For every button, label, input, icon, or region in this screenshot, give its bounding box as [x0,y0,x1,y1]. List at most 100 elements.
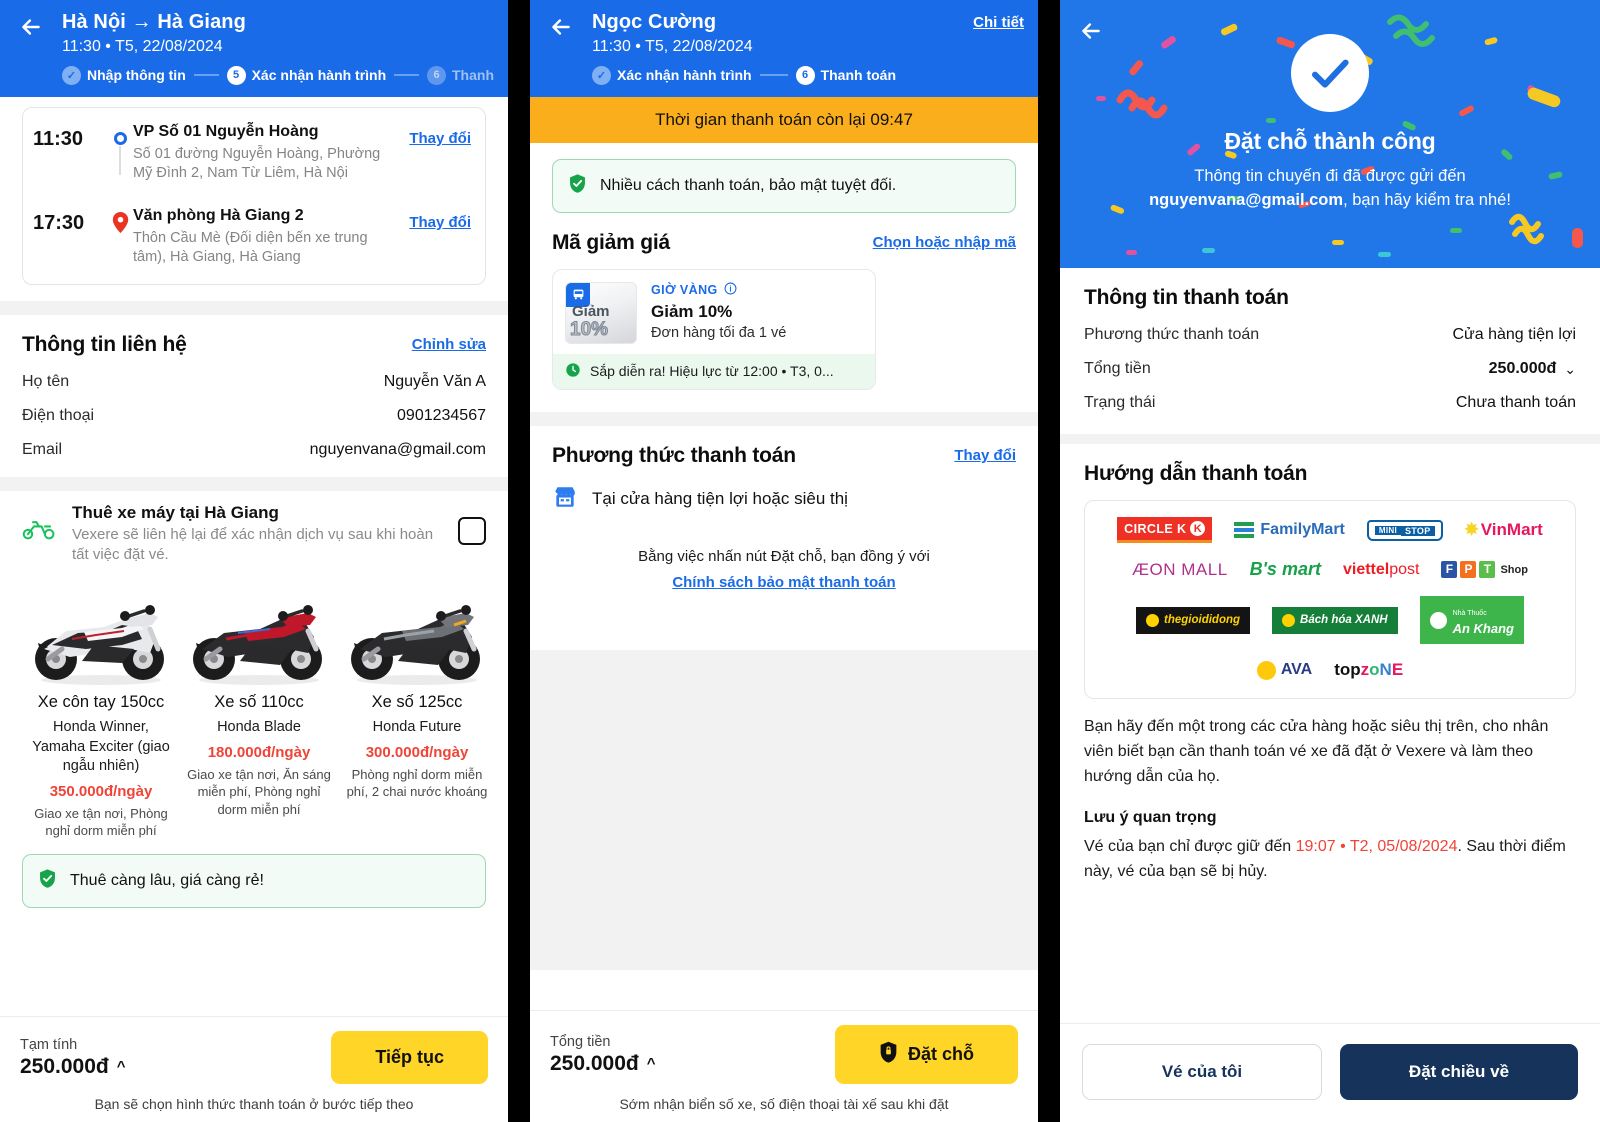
rental-checkbox[interactable] [458,516,486,545]
step-label: Xác nhận hành trình [251,67,387,84]
bike-model: Honda Blade [217,719,301,736]
bike-option[interactable]: Xe số 125cc Honda Future 300.000đ/ngày P… [338,579,496,840]
three-panel-screenshot: Hà Nội → Hà Giang 11:30 • T5, 22/08/2024… [0,0,1600,1122]
success-email: nguyenvana@gmail.com [1149,190,1344,209]
total-label: Tổng tiền [550,1033,611,1050]
note-pre: Vé của bạn chỉ được giữ đến [1084,838,1296,856]
step-label: Thanh [452,67,494,84]
edit-contact-link[interactable]: Chỉnh sửa [412,336,486,353]
subtotal-amount[interactable]: 250.000đ ^ [20,1055,126,1079]
agreement-block: Bằng việc nhấn nút Đặt chỗ, bạn đồng ý v… [552,545,1016,595]
tgdd-label: thegioididong [1164,614,1241,626]
voucher-thumb-line1: Giảm [572,302,610,320]
step-label: Thanh toán [820,67,897,84]
payment-countdown-banner: Thời gian thanh toán còn lại 09:47 [530,96,1038,143]
payment-info-title: Thông tin thanh toán [1084,286,1289,309]
back-icon[interactable] [1078,18,1104,49]
privacy-policy-link[interactable]: Chính sách bảo mật thanh toán [552,571,1016,595]
topzone-logo: top z o N E [1334,660,1404,679]
thegioididong-logo: thegioididong [1136,606,1251,634]
bsmart-logo: B's mart [1249,559,1321,579]
success-line1: Thông tin chuyến đi đã được gửi đến [1194,167,1466,185]
voucher-card[interactable]: Giảm 10% GIỜ VÀNG Giảm 10% Đơn hàng tối … [552,268,876,390]
step-badge-current: 5 [226,65,246,85]
change-destination-link[interactable]: Thay đổi [409,206,471,231]
shield-check-icon [567,173,588,199]
trip-leg-destination: 17:30 Văn phòng Hà Giang 2 Thôn Cầu Mè (… [33,206,471,268]
chevron-down-icon: ⌄ [1564,360,1576,377]
step-item-2[interactable]: 6 Thanh toán [795,65,897,85]
familymart-label: FamilyMart [1260,521,1345,538]
bike-image-150cc [26,579,176,687]
bhx-label: Bách hóa XANH [1300,614,1388,626]
total-value: 250.000đ [1488,360,1557,377]
subtotal-label: Tạm tính [20,1036,78,1053]
book-return-button[interactable]: Đặt chiều về [1340,1044,1578,1100]
step-item-1[interactable]: ✓ Nhập thông tin [62,65,186,85]
ankhang-dot-icon [1429,611,1447,629]
bike-option[interactable]: Xe số 110cc Honda Blade 180.000đ/ngày Gi… [180,579,338,840]
ava-dot-icon [1256,660,1276,680]
secure-note-text: Nhiều cách thanh toán, bảo mật tuyệt đối… [600,176,897,194]
store-logo-row: AVA top z o N E [1095,660,1565,680]
total-value: 250.000đ [550,1051,639,1075]
step-item-3[interactable]: 6 Thanh [427,65,494,85]
change-payment-link[interactable]: Thay đổi [954,447,1016,464]
row-label: Trạng thái [1084,394,1156,411]
success-line2: , bạn hãy kiểm tra nhé! [1343,190,1511,209]
fpt-shop-label: Shop [1500,563,1528,576]
secure-note-wrap: Nhiều cách thanh toán, bảo mật tuyệt đối… [530,143,1038,213]
leg-rail [107,206,133,238]
payment-info-row-total[interactable]: Tổng tiền 250.000đ ⌄ [1084,360,1576,378]
subtotal-block[interactable]: Tạm tính 250.000đ ^ [20,1037,126,1079]
check-circle-icon [1291,34,1369,112]
subtotal-value: 250.000đ [20,1054,109,1078]
detail-link[interactable]: Chi tiết [973,10,1024,31]
clock-icon [565,362,581,381]
voucher-status-text: Sắp diễn ra! Hiệu lực từ 12:00 • T3, 0..… [590,363,834,380]
back-icon[interactable] [544,10,578,44]
continue-button[interactable]: Tiếp tục [331,1031,488,1084]
chevron-up-icon: ^ [646,1055,656,1072]
leg-time: 17:30 [33,211,85,234]
choose-voucher-link[interactable]: Chọn hoặc nhập mã [873,234,1016,251]
fptshop-logo: FPT Shop [1441,561,1528,578]
bike-image-125cc [342,579,492,687]
row-label: Họ tên [22,372,70,390]
row-value-total[interactable]: 250.000đ ⌄ [1489,360,1576,378]
contact-row-phone: Điện thoại 0901234567 [22,407,486,425]
change-origin-link[interactable]: Thay đổi [409,122,471,147]
origin-dot-icon [113,131,127,145]
tgdd-dot-icon [1146,613,1160,627]
guide-paragraph: Bạn hãy đến một trong các cửa hàng hoặc … [1084,718,1549,785]
circlek-logo: CIRCLE K K [1117,517,1213,543]
book-button[interactable]: Đặt chỗ [834,1025,1018,1084]
trip-datetime: 11:30 • T5, 22/08/2024 [592,38,753,55]
step-badge-done-icon: ✓ [62,65,81,85]
ministop-label-1: MINI [1374,525,1401,535]
bike-model: Honda Future [372,719,462,736]
total-block[interactable]: Tổng tiền 250.000đ ^ [550,1034,656,1076]
payment-method-row[interactable]: Tại cửa hàng tiện lợi hoặc siêu thị [552,484,1016,515]
step-label: Xác nhận hành trình [617,67,752,84]
aeonmall-logo: ÆON MALL [1132,559,1228,579]
ankhang-logo: Nhà Thuốc An Khang [1419,596,1524,644]
info-icon[interactable] [724,282,737,298]
bike-option[interactable]: Xe côn tay 150cc Honda Winner, Yamaha Ex… [22,579,180,840]
step-item-2[interactable]: 5 Xác nhận hành trình [226,65,387,85]
back-icon[interactable] [14,10,48,44]
my-tickets-button[interactable]: Vé của tôi [1082,1044,1322,1100]
row-value: Nguyễn Văn A [383,372,486,390]
voucher-name: Giảm 10% [651,301,733,321]
bottom-hint: Sớm nhận biển số xe, số điện thoại tài x… [619,1096,949,1112]
total-amount[interactable]: 250.000đ ^ [550,1052,656,1076]
panel1-bottom-bar: Tạm tính 250.000đ ^ Tiếp tục Bạn sẽ chọn… [0,1016,508,1122]
bike-name: Xe số 110cc [214,693,304,712]
rental-title: Thuê xe máy tại Hà Giang [72,502,279,522]
vinmart-logo: ✸ VinMart [1465,520,1543,540]
shield-check-icon [37,868,58,894]
step-item-1[interactable]: ✓ Xác nhận hành trình [592,65,752,85]
step-label: Nhập thông tin [87,67,186,84]
ministop-label-2: STOP [1400,525,1435,536]
trip-leg-origin: 11:30 VP Số 01 Nguyễn Hoàng Số 01 đường … [33,122,471,184]
